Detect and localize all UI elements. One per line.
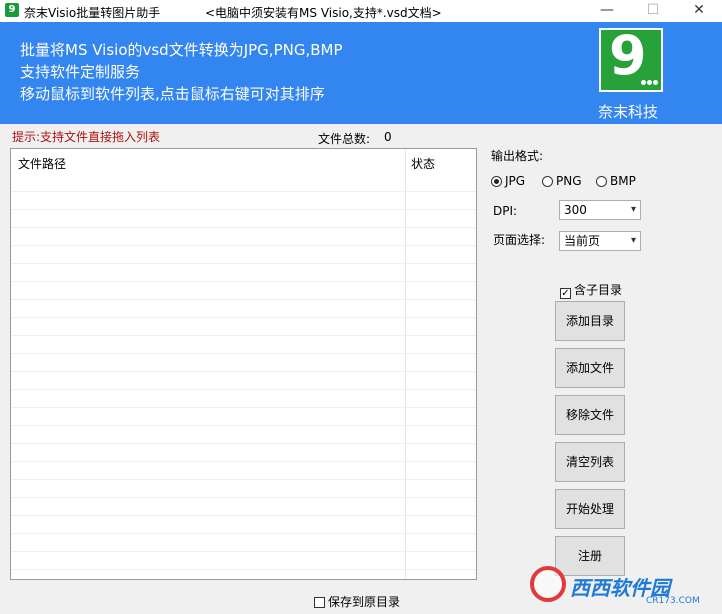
remove-file-button[interactable]: 移除文件 <box>555 395 625 435</box>
empty-row-line <box>11 497 476 498</box>
banner-line-2: 支持软件定制服务 <box>20 63 141 81</box>
start-processing-button[interactable]: 开始处理 <box>555 489 625 529</box>
empty-row-line <box>11 569 476 570</box>
banner-line-3: 移动鼠标到软件列表,点击鼠标右键可对其排序 <box>20 85 325 103</box>
chevron-down-icon: ▾ <box>630 235 636 246</box>
radio-selected-icon <box>491 176 502 187</box>
empty-row-line <box>11 281 476 282</box>
add-file-button[interactable]: 添加文件 <box>555 348 625 388</box>
checkbox-checked-icon: ✓ <box>560 288 571 299</box>
empty-row-line <box>11 461 476 462</box>
radio-unselected-icon <box>596 176 607 187</box>
radio-jpg[interactable]: JPG <box>491 174 525 188</box>
page-select-label: 页面选择: <box>493 233 546 247</box>
radio-png[interactable]: PNG <box>542 174 582 188</box>
clear-list-button[interactable]: 清空列表 <box>555 442 625 482</box>
empty-row-line <box>11 335 476 336</box>
radio-jpg-label: JPG <box>505 174 526 188</box>
save-to-original-dir-checkbox[interactable]: 保存到原目录 <box>314 593 400 610</box>
empty-row-line <box>11 443 476 444</box>
dpi-value: 300 <box>564 203 587 217</box>
watermark-url: CR173.COM <box>646 596 700 606</box>
title-bar: 9 奈末Visio批量转图片助手 <电脑中须安装有MS Visio,支持*.vs… <box>0 0 722 22</box>
radio-bmp[interactable]: BMP <box>596 174 636 188</box>
radio-unselected-icon <box>542 176 553 187</box>
empty-row-line <box>11 263 476 264</box>
include-subdir-label: 含子目录 <box>574 283 623 297</box>
file-count-value: 0 <box>384 130 392 144</box>
page-select[interactable]: 当前页 ▾ <box>559 231 641 251</box>
file-list[interactable]: 文件路径 状态 <box>10 148 477 580</box>
empty-row-line <box>11 299 476 300</box>
window-title: 奈末Visio批量转图片助手 <box>24 6 161 20</box>
empty-row-line <box>11 407 476 408</box>
register-button[interactable]: 注册 <box>555 536 625 576</box>
empty-row-line <box>11 425 476 426</box>
app-icon: 9 <box>5 3 19 17</box>
save-to-original-dir-label: 保存到原目录 <box>328 595 401 609</box>
include-subdir-checkbox[interactable]: ✓ 含子目录 <box>560 281 622 299</box>
dpi-label: DPI: <box>493 204 518 218</box>
add-directory-button[interactable]: 添加目录 <box>555 301 625 341</box>
chevron-down-icon: ▾ <box>630 204 636 215</box>
page-select-value: 当前页 <box>564 234 601 248</box>
empty-row-line <box>11 371 476 372</box>
empty-row-line <box>11 551 476 552</box>
empty-row-line <box>11 533 476 534</box>
empty-row-line <box>11 389 476 390</box>
file-count-label: 文件总数: <box>318 132 371 146</box>
drag-hint: 提示:支持文件直接拖入列表 <box>12 130 161 144</box>
watermark-logo-icon <box>530 566 566 602</box>
radio-bmp-label: BMP <box>610 174 636 188</box>
minimize-button[interactable]: — <box>584 0 630 22</box>
company-logo: 9 <box>599 24 663 92</box>
empty-row-line <box>11 317 476 318</box>
empty-row-line <box>11 245 476 246</box>
company-name: 奈末科技 <box>598 103 659 121</box>
column-header-path[interactable]: 文件路径 <box>18 155 66 172</box>
close-button[interactable]: ✕ <box>676 0 722 22</box>
empty-row-line <box>11 515 476 516</box>
empty-row-line <box>11 209 476 210</box>
checkbox-unchecked-icon <box>314 597 325 608</box>
logo-dots-icon <box>641 74 661 85</box>
column-header-status[interactable]: 状态 <box>411 155 435 172</box>
output-format-label: 输出格式: <box>491 149 544 163</box>
radio-png-label: PNG <box>556 174 582 188</box>
empty-row-line <box>11 227 476 228</box>
dpi-select[interactable]: 300 ▾ <box>559 200 641 220</box>
empty-row-line <box>11 191 476 192</box>
banner-line-1: 批量将MS Visio的vsd文件转换为JPG,PNG,BMP <box>20 41 343 59</box>
empty-row-line <box>11 479 476 480</box>
empty-row-line <box>11 353 476 354</box>
window-subtitle: <电脑中须安装有MS Visio,支持*.vsd文档> <box>205 6 442 20</box>
maximize-button[interactable]: ☐ <box>630 0 676 22</box>
